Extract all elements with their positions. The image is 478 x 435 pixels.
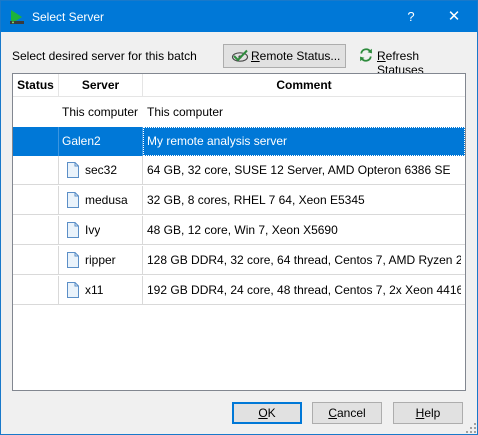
comment-cell: 192 GB DDR4, 24 core, 48 thread, Centos …: [143, 276, 465, 304]
table-row-selected[interactable]: Galen2 My remote analysis server: [13, 127, 465, 156]
server-name: x11: [85, 283, 104, 297]
file-icon: [67, 192, 79, 208]
table-row[interactable]: Ivy 48 GB, 12 core, Win 7, Xeon X5690: [13, 216, 465, 245]
window-title: Select Server: [32, 10, 105, 24]
server-cell: medusa: [59, 186, 143, 214]
server-table[interactable]: Status Server Comment This computer This…: [12, 73, 466, 391]
server-cell: ripper: [59, 246, 143, 274]
status-cell: [13, 156, 59, 184]
remote-status-button[interactable]: Remote Status...: [223, 44, 346, 68]
close-button[interactable]: ✕: [431, 1, 477, 32]
select-server-dialog: Select Server ? ✕ Select desired server …: [0, 0, 478, 435]
server-name: ripper: [85, 253, 116, 267]
refresh-statuses-button[interactable]: Refresh Statuses: [356, 45, 468, 77]
refresh-icon: [360, 48, 372, 62]
server-name: sec32: [85, 163, 118, 177]
server-comment: 48 GB, 12 core, Win 7, Xeon X5690: [147, 223, 338, 237]
server-name: medusa: [85, 193, 128, 207]
server-comment: 192 GB DDR4, 24 core, 48 thread, Centos …: [147, 283, 461, 297]
ok-button[interactable]: OK: [232, 402, 302, 424]
app-icon: [10, 10, 24, 24]
column-header-comment[interactable]: Comment: [143, 74, 465, 97]
table-row[interactable]: medusa 32 GB, 8 cores, RHEL 7 64, Xeon E…: [13, 186, 465, 215]
file-icon: [67, 222, 79, 238]
server-comment: 64 GB, 32 core, SUSE 12 Server, AMD Opte…: [147, 163, 451, 177]
table-row[interactable]: This computer This computer: [13, 98, 465, 127]
status-cell: [13, 98, 59, 127]
server-comment: 32 GB, 8 cores, RHEL 7 64, Xeon E5345: [147, 193, 365, 207]
remote-status-label: Remote Status...: [251, 49, 341, 63]
column-header-server[interactable]: Server: [59, 74, 143, 97]
status-cell: [13, 186, 59, 214]
comment-cell: This computer: [143, 98, 465, 127]
comment-cell: 64 GB, 32 core, SUSE 12 Server, AMD Opte…: [143, 156, 465, 184]
table-row[interactable]: sec32 64 GB, 32 core, SUSE 12 Server, AM…: [13, 156, 465, 185]
server-name: Ivy: [85, 223, 101, 237]
server-cell: sec32: [59, 156, 143, 184]
comment-cell: 48 GB, 12 core, Win 7, Xeon X5690: [143, 216, 465, 244]
help-button[interactable]: Help: [393, 402, 463, 424]
title-bar[interactable]: Select Server ? ✕: [1, 1, 477, 32]
server-comment: This computer: [147, 105, 224, 119]
server-cell: x11: [59, 276, 143, 304]
server-name: Galen2: [62, 134, 101, 148]
server-comment: My remote analysis server: [147, 134, 288, 148]
file-icon: [67, 252, 79, 268]
file-icon: [67, 162, 79, 178]
comment-cell: 128 GB DDR4, 32 core, 64 thread, Centos …: [143, 246, 465, 274]
status-cell: [13, 216, 59, 244]
server-cell: Galen2: [59, 127, 143, 156]
cancel-button[interactable]: Cancel: [312, 402, 382, 424]
server-comment: 128 GB DDR4, 32 core, 64 thread, Centos …: [147, 253, 461, 267]
table-header: Status Server Comment: [13, 74, 465, 97]
comment-cell: 32 GB, 8 cores, RHEL 7 64, Xeon E5345: [143, 186, 465, 214]
server-name: This computer: [62, 105, 139, 119]
status-cell: [13, 276, 59, 304]
server-cell: This computer: [59, 98, 143, 127]
check-eye-icon: [231, 49, 249, 62]
status-cell: [13, 127, 59, 156]
server-cell: Ivy: [59, 216, 143, 244]
context-help-button[interactable]: ?: [391, 1, 431, 32]
resize-grip-icon[interactable]: [465, 422, 477, 434]
column-header-status[interactable]: Status: [13, 74, 59, 97]
table-row[interactable]: x11 192 GB DDR4, 24 core, 48 thread, Cen…: [13, 276, 465, 305]
comment-cell: My remote analysis server: [143, 127, 465, 156]
table-row[interactable]: ripper 128 GB DDR4, 32 core, 64 thread, …: [13, 246, 465, 275]
status-cell: [13, 246, 59, 274]
prompt-label: Select desired server for this batch: [12, 49, 197, 63]
file-icon: [67, 282, 79, 298]
